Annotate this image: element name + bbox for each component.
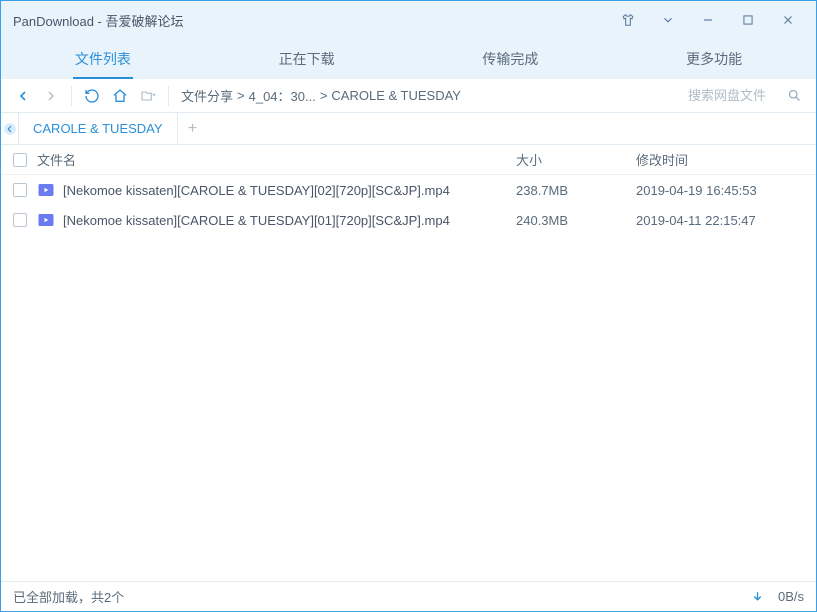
main-tabs: 文件列表 正在下载 传输完成 更多功能 bbox=[1, 39, 816, 79]
column-name[interactable]: 文件名 bbox=[37, 150, 516, 169]
list-item[interactable]: [Nekomoe kissaten][CAROLE & TUESDAY][01]… bbox=[1, 205, 816, 235]
file-time: 2019-04-19 16:45:53 bbox=[636, 183, 806, 198]
list-item[interactable]: [Nekomoe kissaten][CAROLE & TUESDAY][02]… bbox=[1, 175, 816, 205]
list-header: 文件名 大小 修改时间 bbox=[1, 145, 816, 175]
shirt-icon[interactable] bbox=[608, 1, 648, 39]
search-icon[interactable] bbox=[782, 84, 806, 108]
back-button[interactable] bbox=[9, 82, 37, 110]
file-name: [Nekomoe kissaten][CAROLE & TUESDAY][01]… bbox=[63, 213, 516, 228]
file-list: [Nekomoe kissaten][CAROLE & TUESDAY][02]… bbox=[1, 175, 816, 581]
column-size[interactable]: 大小 bbox=[516, 150, 636, 169]
minimize-button[interactable] bbox=[688, 1, 728, 39]
breadcrumb-part[interactable]: CAROLE & TUESDAY bbox=[331, 88, 461, 103]
column-time[interactable]: 修改时间 bbox=[636, 150, 806, 169]
tabstrip-back-icon[interactable] bbox=[1, 113, 19, 144]
toolbar: 文件分享 > 4_04：30... > CAROLE & TUESDAY bbox=[1, 79, 816, 113]
file-size: 238.7MB bbox=[516, 183, 636, 198]
close-button[interactable] bbox=[768, 1, 808, 39]
breadcrumb-part[interactable]: 文件分享 bbox=[181, 86, 233, 105]
new-folder-button[interactable] bbox=[134, 82, 162, 110]
breadcrumb[interactable]: 文件分享 > 4_04：30... > CAROLE & TUESDAY bbox=[175, 86, 682, 105]
file-size: 240.3MB bbox=[516, 213, 636, 228]
maximize-button[interactable] bbox=[728, 1, 768, 39]
toolbar-divider-2 bbox=[168, 86, 169, 106]
row-checkbox[interactable] bbox=[13, 183, 27, 197]
app-window: PanDownload - 吾爱破解论坛 文件列表 正在下载 传输完成 更多功能 bbox=[0, 0, 817, 612]
tab-downloading[interactable]: 正在下载 bbox=[205, 39, 409, 79]
speed-text: 0B/s bbox=[778, 589, 804, 604]
file-name: [Nekomoe kissaten][CAROLE & TUESDAY][02]… bbox=[63, 183, 516, 198]
breadcrumb-sep: > bbox=[320, 88, 328, 103]
toolbar-divider bbox=[71, 86, 72, 106]
dropdown-icon[interactable] bbox=[648, 1, 688, 39]
window-title: PanDownload - 吾爱破解论坛 bbox=[13, 11, 608, 30]
status-text: 已全部加载，共2个 bbox=[13, 587, 751, 606]
forward-button[interactable] bbox=[37, 82, 65, 110]
add-tab-button[interactable]: + bbox=[178, 113, 208, 144]
download-arrow-icon bbox=[751, 590, 764, 603]
title-bar: PanDownload - 吾爱破解论坛 bbox=[1, 1, 816, 39]
tab-file-list[interactable]: 文件列表 bbox=[1, 39, 205, 79]
tab-completed[interactable]: 传输完成 bbox=[409, 39, 613, 79]
tab-more[interactable]: 更多功能 bbox=[612, 39, 816, 79]
refresh-button[interactable] bbox=[78, 82, 106, 110]
video-icon bbox=[37, 181, 55, 199]
status-bar: 已全部加载，共2个 0B/s bbox=[1, 581, 816, 611]
document-tab[interactable]: CAROLE & TUESDAY bbox=[19, 113, 178, 144]
search-box bbox=[682, 84, 816, 108]
search-input[interactable] bbox=[682, 84, 782, 107]
video-icon bbox=[37, 211, 55, 229]
breadcrumb-sep: > bbox=[237, 88, 245, 103]
row-checkbox[interactable] bbox=[13, 213, 27, 227]
file-time: 2019-04-11 22:15:47 bbox=[636, 213, 806, 228]
breadcrumb-part[interactable]: 4_04：30... bbox=[249, 86, 316, 105]
select-all-checkbox[interactable] bbox=[13, 153, 27, 167]
home-button[interactable] bbox=[106, 82, 134, 110]
document-tabstrip: CAROLE & TUESDAY + bbox=[1, 113, 816, 145]
